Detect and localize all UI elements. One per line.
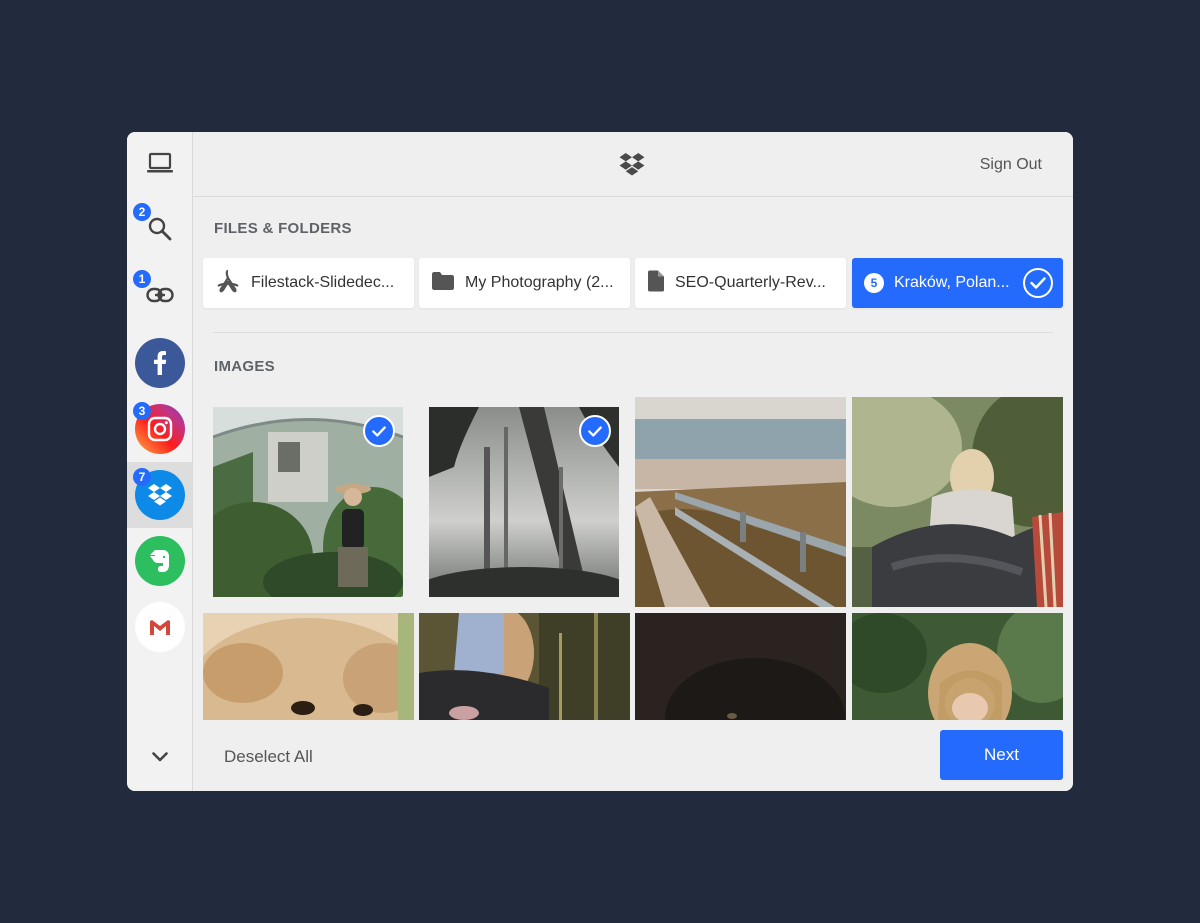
images-section-title: IMAGES <box>214 358 275 375</box>
sidebar-more-button[interactable] <box>127 725 193 791</box>
document-icon <box>647 270 665 297</box>
image-thumbnail[interactable] <box>419 613 630 720</box>
file-name: My Photography (2... <box>465 274 614 291</box>
search-icon <box>147 216 173 247</box>
sidebar-item-facebook[interactable] <box>127 330 193 396</box>
checkmark-icon <box>363 415 395 447</box>
instagram-badge: 3 <box>133 402 151 420</box>
image-thumbnail[interactable] <box>852 613 1063 720</box>
section-divider <box>213 332 1053 333</box>
sidebar-item-dropbox[interactable]: 7 <box>127 462 193 528</box>
sidebar-item-web-search[interactable]: 2 <box>127 198 193 264</box>
laptop-icon <box>146 151 174 180</box>
file-name: Filestack-Slidedec... <box>251 274 395 291</box>
image-thumbnail[interactable] <box>635 613 846 720</box>
file-name: SEO-Quarterly-Rev... <box>675 274 826 291</box>
link-badge: 1 <box>133 270 151 288</box>
sign-out-button[interactable]: Sign Out <box>980 156 1042 174</box>
dropbox-icon <box>618 152 646 182</box>
header: Sign Out <box>193 132 1073 197</box>
next-button[interactable]: Next <box>940 730 1063 780</box>
footer: Deselect All Next <box>193 720 1073 791</box>
beach-boardwalk-photo <box>635 397 846 607</box>
sidebar-item-gmail[interactable] <box>127 594 193 660</box>
woman-in-plants-photo <box>852 613 1063 720</box>
evernote-icon <box>135 536 185 586</box>
search-badge: 2 <box>133 203 151 221</box>
folder-icon <box>431 271 455 296</box>
sidebar-item-evernote[interactable] <box>127 528 193 594</box>
image-thumbnail[interactable] <box>852 397 1063 607</box>
file-item[interactable]: SEO-Quarterly-Rev... <box>635 258 846 308</box>
file-item[interactable]: Filestack-Slidedec... <box>203 258 414 308</box>
checkmark-icon <box>579 415 611 447</box>
fluffy-dog-photo <box>203 613 414 720</box>
sidebar-item-instagram[interactable]: 3 <box>127 396 193 462</box>
file-item-selected[interactable]: 5 Kraków, Polan... <box>852 258 1063 308</box>
file-name: Kraków, Polan... <box>894 274 1010 291</box>
file-item[interactable]: My Photography (2... <box>419 258 630 308</box>
image-thumbnail[interactable] <box>429 407 619 597</box>
black-dog-photo <box>635 613 846 720</box>
facebook-icon <box>135 338 185 388</box>
content-area: FILES & FOLDERS Filestack-Slidedec... My… <box>193 198 1073 720</box>
link-icon <box>146 287 174 308</box>
checkmark-icon <box>1023 268 1053 298</box>
image-thumbnail[interactable] <box>203 613 414 720</box>
woman-sitting-in-forest-photo <box>419 613 630 720</box>
image-thumbnail[interactable] <box>635 397 846 607</box>
image-thumbnail[interactable] <box>213 407 403 597</box>
sidebar-item-link[interactable]: 1 <box>127 264 193 330</box>
gmail-icon <box>135 602 185 652</box>
woman-with-blanket-photo <box>852 397 1063 607</box>
pdf-icon <box>215 269 241 298</box>
deselect-all-button[interactable]: Deselect All <box>224 747 313 767</box>
selection-count-badge: 5 <box>864 273 884 293</box>
chevron-down-icon <box>152 749 168 767</box>
dropbox-badge: 7 <box>133 468 151 486</box>
source-sidebar: 2 1 3 7 <box>127 132 193 791</box>
files-section-title: FILES & FOLDERS <box>214 220 352 237</box>
file-picker-window: 2 1 3 7 Sign Out FILES & FOLDERS Filesta… <box>127 132 1073 791</box>
sidebar-item-computer[interactable] <box>127 132 193 198</box>
